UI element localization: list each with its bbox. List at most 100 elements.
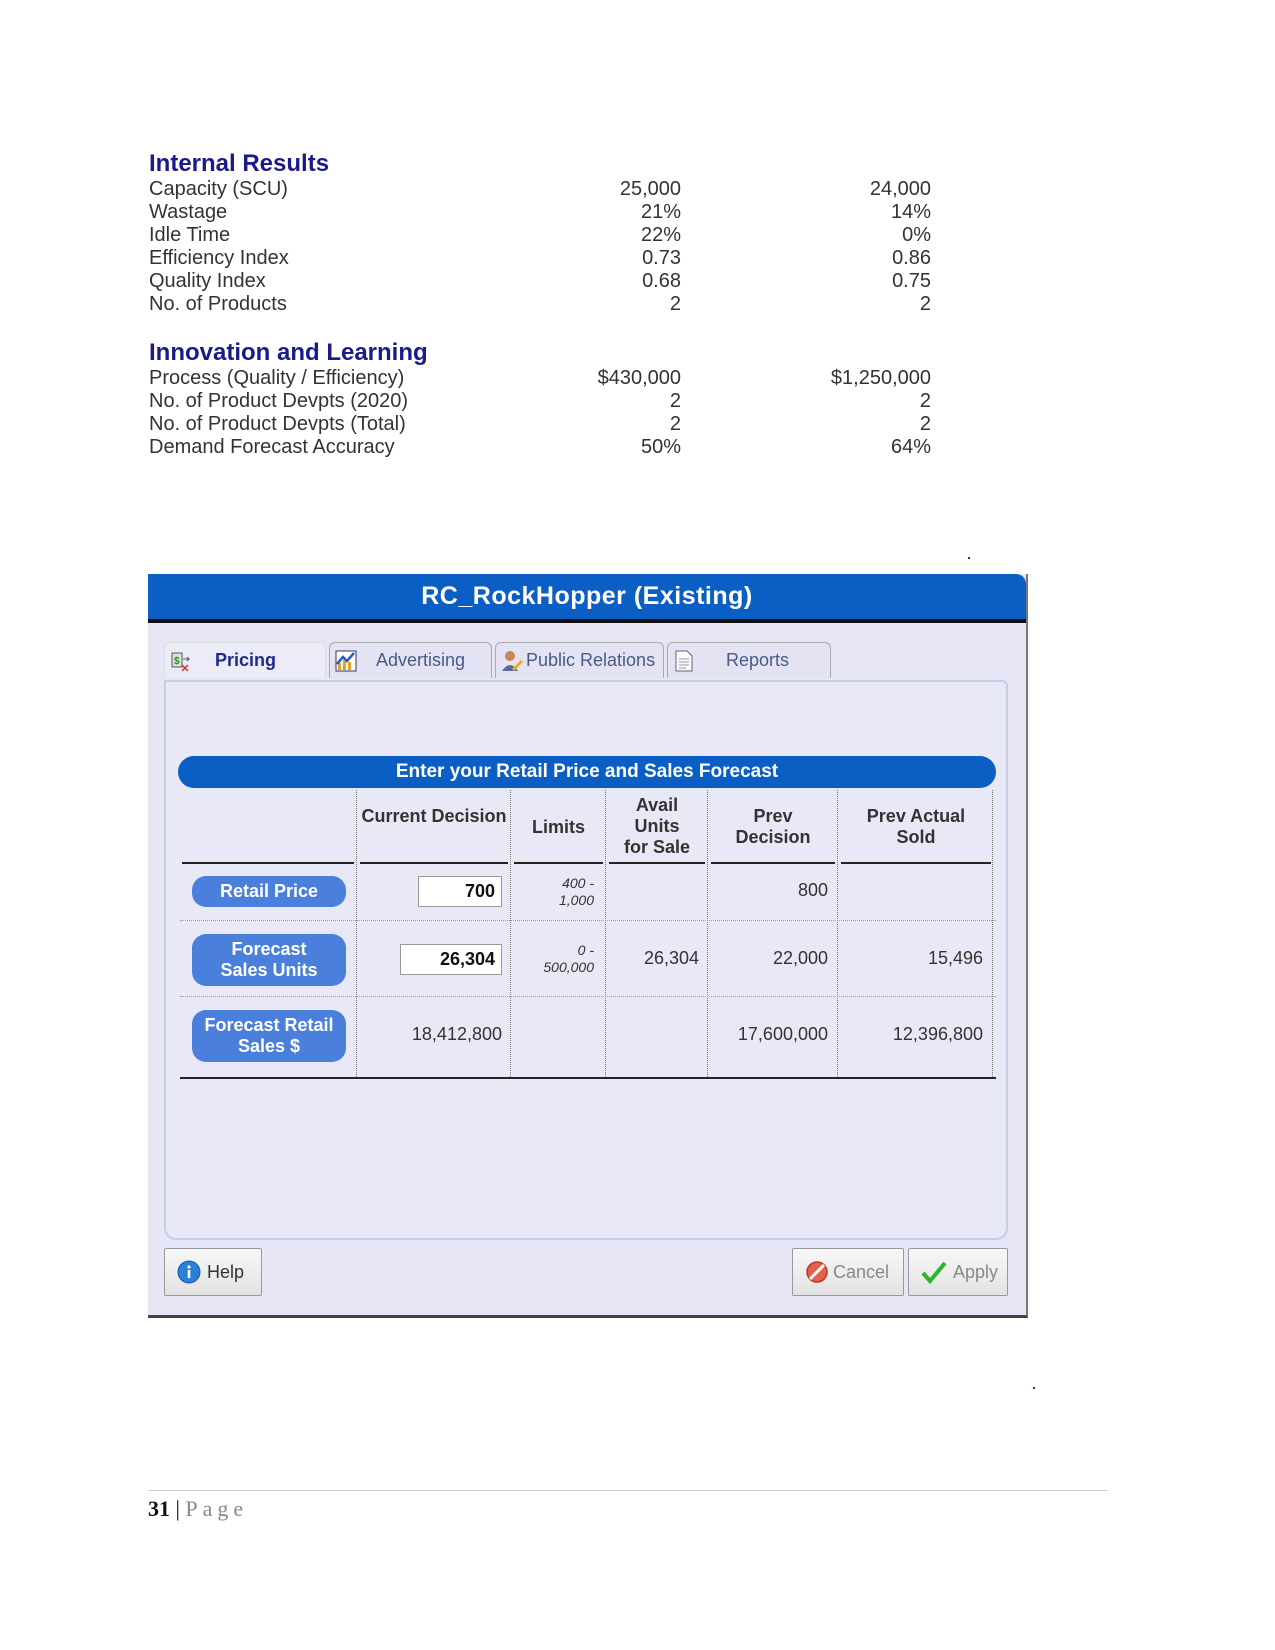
row-label: Forecast Sales Units [220,939,318,980]
header-avail-units: Avail Units for Sale [623,795,691,857]
stat-value-current: 0.73 [642,247,681,269]
column-divider [837,790,838,1077]
stat-value-previous: 0.86 [892,247,931,269]
forecast-sales-units-button[interactable]: Forecast Sales Units [192,934,346,986]
dialog-title: RC_RockHopper (Existing) [148,574,1026,623]
stat-row: No. of Product Devpts (Total) 2 2 [149,413,939,436]
tab-label: Pricing [215,650,277,670]
stat-label: Process (Quality / Efficiency) [149,367,405,389]
tab-label: Public Relations [526,650,656,670]
stat-label: No. of Product Devpts (2020) [149,390,409,412]
stat-value-current: 21% [640,201,681,223]
tab-reports[interactable]: Reports [667,642,831,678]
apply-button[interactable]: Apply [908,1248,1008,1296]
row-divider [180,996,996,997]
stat-label: Quality Index [149,270,266,292]
cancel-button[interactable]: Cancel [792,1248,904,1296]
row-divider [180,920,996,921]
person-pen-icon [500,649,524,673]
stat-value-current: 22% [640,224,681,246]
apply-label: Apply [953,1261,999,1282]
header-rule [360,862,508,864]
column-divider [510,790,511,1077]
stat-label: No. of Product Devpts (Total) [149,413,406,435]
stat-value-previous: 2 [919,390,931,412]
stat-row: Wastage 21% 14% [149,201,939,224]
cancel-icon [805,1260,829,1284]
stat-row: Efficiency Index 0.73 0.86 [149,247,939,270]
tab-bar: $ Pricing Advertising Public Relations R… [164,642,834,680]
stat-label: Wastage [149,201,228,223]
stray-dot [968,557,970,559]
column-divider [605,790,606,1077]
chart-icon [334,649,358,673]
column-divider [707,790,708,1077]
help-label: Help [207,1261,245,1282]
stat-row: Process (Quality / Efficiency) $430,000 $1… [149,367,939,390]
stat-label: Capacity (SCU) [149,178,288,200]
stat-row: No. of Products 2 2 [149,293,939,316]
header-rule [514,862,603,864]
tab-public-relations[interactable]: Public Relations [495,642,664,678]
pricing-icon: $ [169,649,193,673]
header-rule [182,862,354,864]
limit-max: 1,000 [558,892,594,908]
stat-value-previous: 64% [890,436,931,458]
innovation-section: Innovation and Learning Process (Quality… [149,339,939,459]
forecast-retail-sales-button[interactable]: Forecast Retail Sales $ [192,1010,346,1062]
header-rule [609,862,705,864]
tab-advertising[interactable]: Advertising [329,642,492,678]
retail-price-limits: 400 - 1,000 [514,875,594,909]
cancel-label: Cancel [833,1261,890,1282]
stat-value-previous: 2 [919,413,931,435]
forecast-sales-units-limits: 0 - 500,000 [514,942,594,976]
limit-min: 0 - [577,942,594,958]
document-icon [672,649,696,673]
page-label: Page [185,1496,249,1521]
page-footer: 31 | Page [148,1496,248,1522]
header-prev-decision: Prev Decision [735,806,811,847]
stat-value-current: 25,000 [619,178,681,200]
forecast-retail-sales-current: 18,412,800 [411,1024,502,1044]
stat-label: No. of Products [149,293,287,315]
checkmark-icon [921,1260,947,1284]
stat-value-previous: 0.75 [892,270,931,292]
stat-row: Quality Index 0.68 0.75 [149,270,939,293]
row-label: Forecast Retail Sales $ [204,1015,334,1056]
internal-results-section: Internal Results Capacity (SCU) 25,000 24,… [149,150,939,316]
footer-separator: | [175,1496,180,1521]
forecast-retail-sales-prev-decision: 17,600,000 [737,1024,828,1044]
forecast-sales-units-input[interactable]: 26,304 [400,944,502,975]
stat-value-previous: 24,000 [869,178,931,200]
stat-value-current: 2 [669,390,681,412]
forecast-retail-sales-prev-actual: 12,396,800 [892,1024,983,1044]
stat-value-previous: 0% [902,224,931,246]
header-rule [711,862,835,864]
pricing-table: Current Decision Limits Avail Units for … [180,790,996,1079]
limit-min: 400 - [562,875,594,891]
retail-price-input[interactable]: 700 [418,876,502,907]
column-divider [356,790,357,1077]
stat-row: Capacity (SCU) 25,000 24,000 [149,178,939,201]
stat-label: Efficiency Index [149,247,289,269]
header-current-decision: Current Decision [361,806,507,826]
stat-value-current: 2 [669,413,681,435]
stat-label: Demand Forecast Accuracy [149,436,395,458]
footer-rule [148,1490,1108,1491]
page-number: 31 [148,1496,170,1521]
stat-value-current: 0.68 [642,270,681,292]
stat-row: Idle Time 22% 0% [149,224,939,247]
section-title: Innovation and Learning [149,339,428,366]
header-rule [841,862,991,864]
stat-row: Demand Forecast Accuracy 50% 64% [149,436,939,459]
header-prev-actual: Prev Actual Sold [866,806,966,847]
tab-pricing[interactable]: $ Pricing [164,642,326,678]
forecast-sales-units-prev-actual: 15,496 [927,948,983,968]
retail-price-button[interactable]: Retail Price [192,876,346,907]
forecast-sales-units-prev-decision: 22,000 [772,948,828,968]
stray-dot [1033,1387,1035,1389]
header-limits: Limits [531,817,585,837]
svg-text:$: $ [174,656,180,667]
stat-value-previous: 14% [890,201,931,223]
help-button[interactable]: Help [164,1248,262,1296]
